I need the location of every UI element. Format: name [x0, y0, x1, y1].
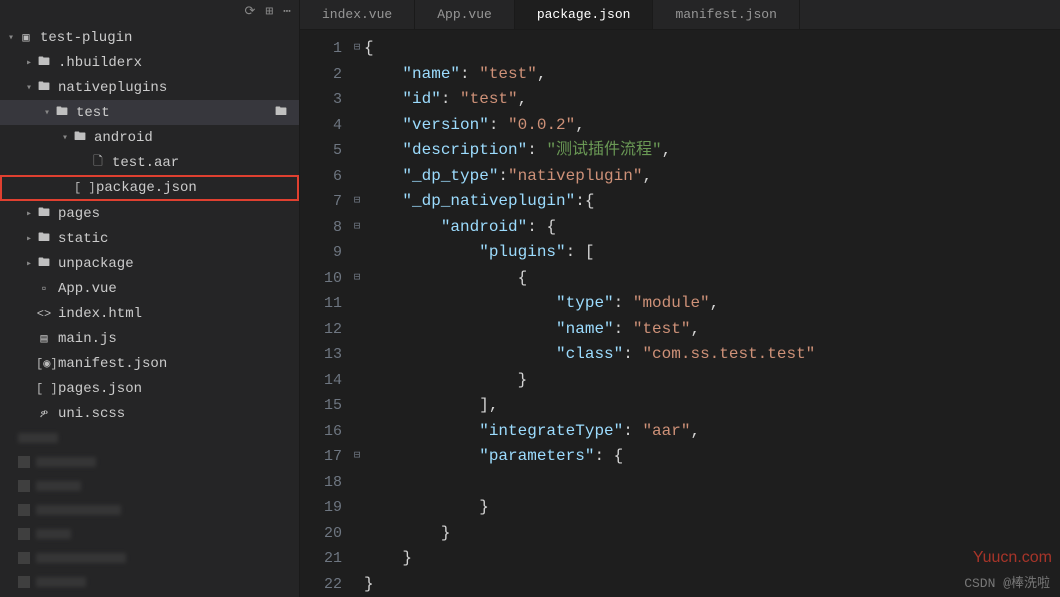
chevron-right-icon: ▸ [22, 57, 36, 69]
file-appvue[interactable]: ▫ App.vue [0, 276, 299, 301]
file-mainjs[interactable]: ▤ main.js [0, 326, 299, 351]
editor-tabs: index.vue App.vue package.json manifest.… [300, 0, 1060, 30]
tab-indexvue[interactable]: index.vue [300, 0, 415, 29]
chevron-down-icon: ▾ [58, 132, 72, 144]
sidebar: ⟳ ⊞ ⋯ ▾ ▣ test-plugin ▸ 🖿 .hbuilderx ▾ 🖿… [0, 0, 300, 597]
sidebar-toolbar: ⟳ ⊞ ⋯ [0, 0, 299, 23]
html-icon: <> [36, 307, 52, 321]
tab-appvue[interactable]: App.vue [415, 0, 515, 29]
folder-icon: 🖿 [36, 253, 52, 274]
file-tree: ▾ ▣ test-plugin ▸ 🖿 .hbuilderx ▾ 🖿 nativ… [0, 23, 299, 597]
file-testaar[interactable]: 🗋 test.aar [0, 150, 299, 175]
refresh-icon[interactable]: ⟳ [244, 4, 255, 19]
folder-unpackage[interactable]: ▸ 🖿 unpackage [0, 251, 299, 276]
chevron-down-icon: ▾ [4, 32, 18, 44]
tab-manifestjson[interactable]: manifest.json [653, 0, 799, 29]
folder-icon: 🖿 [72, 127, 88, 148]
file-indexhtml[interactable]: <> index.html [0, 301, 299, 326]
chevron-down-icon: ▾ [40, 107, 54, 119]
chevron-right-icon: ▸ [22, 258, 36, 270]
file-packagejson[interactable]: [ ] package.json [0, 175, 299, 201]
scss-icon: ዎ [36, 407, 52, 421]
folder-icon: 🖿 [36, 203, 52, 224]
footer-attribution: CSDN @棒洗啦 [964, 572, 1050, 591]
code-content[interactable]: { "name": "test", "id": "test", "version… [364, 30, 1060, 597]
file-pagesjson[interactable]: [ ] pages.json [0, 376, 299, 401]
blurred-item [18, 498, 299, 522]
project-label: test-plugin [40, 30, 132, 46]
more-icon[interactable]: ⋯ [283, 4, 291, 19]
line-numbers: 12345678910111213141516171819202122 [300, 30, 350, 597]
collapse-icon[interactable]: ⊞ [265, 4, 273, 19]
folder-icon: 🖿 [36, 77, 52, 98]
json-icon: [ ] [74, 181, 90, 195]
editor-area: index.vue App.vue package.json manifest.… [300, 0, 1060, 597]
file-manifestjson[interactable]: [◉] manifest.json [0, 351, 299, 376]
open-folder-icon: 🖿 [273, 102, 289, 123]
chevron-right-icon: ▸ [22, 208, 36, 220]
blurred-item [18, 450, 299, 474]
file-uniscss[interactable]: ዎ uni.scss [0, 401, 299, 426]
folder-icon: 🖿 [36, 52, 52, 73]
chevron-right-icon: ▸ [22, 233, 36, 245]
folder-android[interactable]: ▾ 🖿 android [0, 125, 299, 150]
project-root[interactable]: ▾ ▣ test-plugin [0, 25, 299, 50]
editor-body[interactable]: 12345678910111213141516171819202122 ⊟⊟⊟⊟… [300, 30, 1060, 597]
blurred-item [18, 546, 299, 570]
blurred-item [18, 426, 299, 450]
folder-nativeplugins[interactable]: ▾ 🖿 nativeplugins [0, 75, 299, 100]
folder-icon: 🖿 [36, 228, 52, 249]
js-icon: ▤ [36, 331, 52, 346]
folder-pages[interactable]: ▸ 🖿 pages [0, 201, 299, 226]
folder-hbuilderx[interactable]: ▸ 🖿 .hbuilderx [0, 50, 299, 75]
blurred-item [18, 522, 299, 546]
project-icon: ▣ [18, 30, 34, 45]
blurred-item [18, 474, 299, 498]
watermark: Yuucn.com [973, 549, 1052, 567]
json-icon: [ ] [36, 382, 52, 396]
blurred-item [18, 570, 299, 594]
fold-column: ⊟⊟⊟⊟⊟ [350, 30, 364, 597]
vue-icon: ▫ [36, 282, 52, 296]
folder-icon: 🖿 [54, 102, 70, 123]
json-icon: [◉] [36, 356, 52, 371]
folder-test[interactable]: ▾ 🖿 test 🖿 [0, 100, 299, 125]
folder-static[interactable]: ▸ 🖿 static [0, 226, 299, 251]
tab-packagejson[interactable]: package.json [515, 0, 654, 29]
chevron-down-icon: ▾ [22, 82, 36, 94]
file-icon: 🗋 [90, 152, 106, 173]
